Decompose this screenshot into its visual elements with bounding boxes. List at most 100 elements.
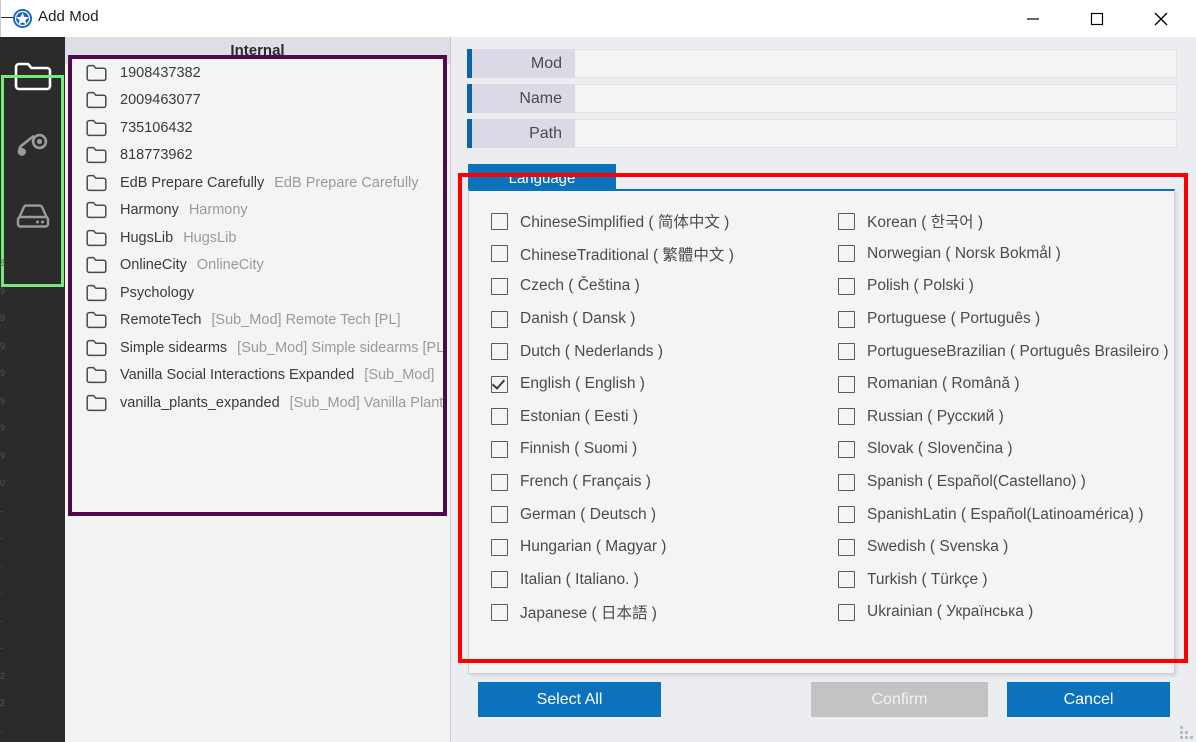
mod-folder-list[interactable]: 1908437382 2009463077 735106432 818773962 Ed… — [72, 59, 447, 512]
list-item[interactable]: HugsLib HugsLib — [72, 224, 443, 252]
checkbox-icon[interactable] — [491, 506, 508, 524]
language-checkbox-item[interactable]: Estonian ( Eesti ) — [491, 401, 841, 434]
minimize-icon[interactable] — [1010, 0, 1056, 37]
sidebar-item-folder[interactable] — [0, 45, 65, 107]
language-checkbox-item[interactable]: SpanishLatin ( Español(Latinoamérica) ) — [838, 498, 1174, 531]
checkbox-icon[interactable] — [491, 343, 508, 361]
language-checkbox-item[interactable]: Hungarian ( Magyar ) — [491, 531, 841, 564]
language-checkbox-item[interactable]: Danish ( Dansk ) — [491, 303, 841, 336]
list-item[interactable]: 818773962 — [72, 142, 443, 170]
background-edge-char: - — [0, 560, 3, 571]
language-column-left: ChineseSimplified ( 简体中文 ) ChineseTraditi… — [491, 205, 841, 629]
language-checkbox-item[interactable]: German ( Deutsch ) — [491, 498, 841, 531]
maximize-icon[interactable] — [1074, 0, 1120, 37]
folder-icon — [86, 284, 107, 302]
path-input[interactable] — [575, 119, 1177, 148]
list-item-subtitle: [Sub_Mod] Remote Tech [PL] — [211, 312, 401, 329]
checkbox-icon[interactable] — [838, 473, 855, 491]
language-label: Polish ( Polski ) — [867, 277, 974, 295]
checkbox-icon[interactable] — [491, 440, 508, 458]
list-item[interactable]: 735106432 — [72, 114, 443, 142]
checkbox-icon[interactable] — [838, 343, 855, 361]
list-item[interactable]: 2009463077 — [72, 87, 443, 115]
sidebar-item-steam[interactable] — [0, 115, 65, 177]
list-item-name: 2009463077 — [120, 92, 201, 109]
close-icon[interactable] — [1138, 0, 1184, 37]
language-checkbox-item[interactable]: Romanian ( Română ) — [838, 368, 1174, 401]
list-item[interactable]: Simple sidearms [Sub_Mod] Simple sidearms… — [72, 334, 447, 362]
checkbox-icon[interactable] — [491, 212, 508, 230]
language-checkbox-item[interactable]: English ( English ) — [491, 368, 841, 401]
mod-input[interactable] — [575, 49, 1177, 78]
checkbox-checked-icon[interactable] — [491, 375, 508, 393]
checkbox-icon[interactable] — [838, 310, 855, 328]
language-checkbox-item[interactable]: ChineseSimplified ( 简体中文 ) — [491, 205, 841, 238]
source-sidebar — [0, 37, 65, 742]
checkbox-icon[interactable] — [838, 245, 855, 263]
language-checkbox-item[interactable]: Czech ( Čeština ) — [491, 270, 841, 303]
select-all-button[interactable]: Select All — [478, 682, 661, 717]
language-checkbox-item[interactable]: Korean ( 한국어 ) — [838, 205, 1174, 238]
language-checkbox-item[interactable]: Norwegian ( Norsk Bokmål ) — [838, 238, 1174, 271]
language-checkbox-item[interactable]: PortugueseBrazilian ( Português Brasilei… — [838, 335, 1174, 368]
checkbox-icon[interactable] — [491, 538, 508, 556]
checkbox-icon[interactable] — [491, 245, 508, 263]
language-checkbox-item[interactable]: Swedish ( Svenska ) — [838, 531, 1174, 564]
checkbox-icon[interactable] — [838, 440, 855, 458]
name-input[interactable] — [575, 84, 1177, 113]
language-checkbox-item[interactable]: Spanish ( Español(Castellano) ) — [838, 466, 1174, 499]
list-item[interactable]: EdB Prepare Carefully EdB Prepare Careful… — [72, 169, 443, 197]
list-item-name: Harmony — [120, 202, 179, 219]
list-item[interactable]: RemoteTech [Sub_Mod] Remote Tech [PL] — [72, 307, 443, 335]
language-label: Italian ( Italiano. ) — [520, 570, 639, 588]
language-checkbox-item[interactable]: Dutch ( Nederlands ) — [491, 335, 841, 368]
language-checkbox-item[interactable]: Slovak ( Slovenčina ) — [838, 433, 1174, 466]
checkbox-icon[interactable] — [838, 506, 855, 524]
checkbox-icon[interactable] — [491, 473, 508, 491]
resize-grip-dot — [1185, 731, 1188, 734]
language-checkbox-item[interactable]: French ( Français ) — [491, 466, 841, 499]
language-checkbox-item[interactable]: Italian ( Italiano. ) — [491, 564, 841, 597]
checkbox-icon[interactable] — [838, 212, 855, 230]
checkbox-icon[interactable] — [838, 603, 855, 621]
background-edge-char: 8 — [0, 258, 6, 268]
checkbox-icon[interactable] — [838, 538, 855, 556]
language-label: Ukrainian ( Українська ) — [867, 603, 1034, 621]
list-item-subtitle: [Sub_Mod] Simple sidearms [PL] — [237, 339, 447, 356]
language-label: English ( English ) — [520, 375, 645, 393]
resize-grip[interactable] — [1175, 721, 1193, 739]
language-checkbox-item[interactable]: Portuguese ( Português ) — [838, 303, 1174, 336]
checkbox-icon[interactable] — [838, 375, 855, 393]
checkbox-icon[interactable] — [491, 603, 508, 621]
language-checkbox-item[interactable]: Ukrainian ( Українська ) — [838, 596, 1174, 629]
checkbox-icon[interactable] — [491, 310, 508, 328]
language-checkbox-item[interactable]: Turkish ( Türkçe ) — [838, 564, 1174, 597]
language-checkbox-item[interactable]: Russian ( Русский ) — [838, 401, 1174, 434]
internal-mod-list-panel: Internal 1908437382 2009463077 735106432 81… — [65, 37, 451, 742]
list-item[interactable]: 1908437382 — [72, 59, 443, 87]
language-checkbox-item[interactable]: ChineseTraditional ( 繁體中文 ) — [491, 238, 841, 271]
tab-language[interactable]: Language — [468, 164, 616, 192]
resize-grip-dot — [1190, 736, 1193, 739]
checkbox-icon[interactable] — [491, 277, 508, 295]
list-item[interactable]: Vanilla Social Interactions Expanded [Sub… — [72, 362, 443, 390]
checkbox-icon[interactable] — [491, 571, 508, 589]
checkbox-icon[interactable] — [491, 408, 508, 426]
language-label: Swedish ( Svenska ) — [867, 538, 1009, 556]
mod-folder-listbox[interactable]: 1908437382 2009463077 735106432 818773962 Ed… — [68, 55, 447, 516]
list-item[interactable]: Psychology — [72, 279, 443, 307]
language-checkbox-item[interactable]: Japanese ( 日本語 ) — [491, 596, 841, 629]
checkbox-icon[interactable] — [838, 408, 855, 426]
language-checkbox-item[interactable]: Finnish ( Suomi ) — [491, 433, 841, 466]
checkbox-icon[interactable] — [838, 277, 855, 295]
language-label: Czech ( Čeština ) — [520, 277, 640, 295]
cancel-button[interactable]: Cancel — [1007, 682, 1170, 717]
list-item-name: HugsLib — [120, 229, 174, 246]
list-item[interactable]: Harmony Harmony — [72, 197, 443, 225]
list-item[interactable]: OnlineCity OnlineCity — [72, 252, 443, 280]
list-item[interactable]: vanilla_plants_expanded [Sub_Mod] Vanilla… — [72, 389, 443, 417]
language-checkbox-item[interactable]: Polish ( Polski ) — [838, 270, 1174, 303]
confirm-button[interactable]: Confirm — [811, 682, 988, 717]
checkbox-icon[interactable] — [838, 571, 855, 589]
sidebar-item-local[interactable] — [0, 185, 65, 247]
